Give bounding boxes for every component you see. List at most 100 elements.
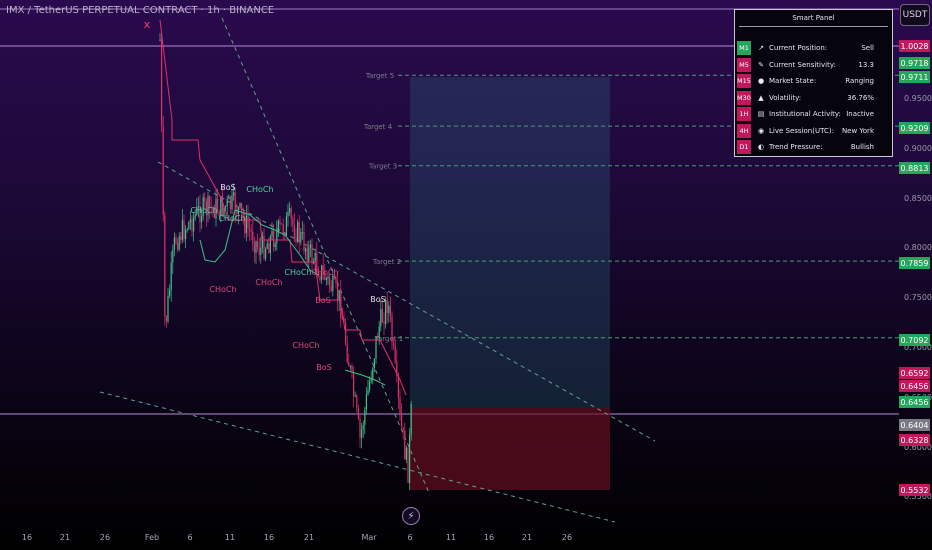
smart-panel-value: 36.76%: [847, 93, 874, 102]
candle-body: [389, 305, 391, 316]
smart-panel-title: Smart Panel: [739, 10, 888, 27]
candle-body: [345, 323, 347, 343]
smart-panel-value: 13.3: [858, 60, 874, 69]
candle-body: [410, 404, 412, 435]
candle-body: [271, 231, 273, 237]
x-tick-label: 16: [21, 533, 33, 542]
price-label: 0.9718: [899, 57, 930, 69]
candle-body: [293, 224, 295, 238]
candle-body: [183, 220, 185, 240]
smart-panel-row: D1 ◐ Trend Pressure: Bullish: [735, 139, 892, 155]
candle-body: [279, 220, 281, 224]
smart-panel-value: New York: [841, 126, 874, 135]
candle-body: [289, 208, 291, 213]
stop-loss-zone: [410, 408, 610, 490]
smart-panel-row: M5 ✎ Current Sensitivity: 13.3: [735, 57, 892, 73]
candle-body: [265, 248, 267, 259]
candle-body: [241, 203, 243, 212]
candle-body: [180, 236, 182, 241]
candle-body: [186, 229, 188, 231]
bolt-icon[interactable]: ⚡: [402, 507, 420, 525]
candle-body: [373, 358, 375, 368]
row-label-text: Live Session(UTC):: [769, 126, 834, 135]
smart-panel-label: ● Market State:: [757, 77, 816, 85]
structure-marker: CHoCh: [246, 185, 273, 194]
row-label-text: Current Position:: [769, 44, 828, 52]
structure-marker: CHoCh: [284, 268, 311, 277]
candle-body: [298, 222, 300, 242]
candle-body: [361, 429, 363, 438]
candle-body: [172, 249, 174, 263]
row-icon: ↗: [758, 44, 764, 52]
candle-body: [255, 241, 257, 253]
structure-marker: BoS: [316, 363, 331, 372]
candle-body: [229, 196, 231, 209]
candle-body: [313, 262, 315, 264]
smart-panel-value: Bullish: [850, 143, 874, 151]
timeframe-badge: M5: [737, 57, 751, 72]
currency-badge[interactable]: USDT: [900, 4, 930, 26]
candle-body: [189, 219, 191, 223]
candle-body: [359, 418, 361, 438]
candle-body: [391, 315, 393, 343]
price-label: 0.7092: [899, 334, 930, 346]
candle-body: [253, 244, 255, 253]
candle-body: [383, 322, 385, 325]
candle-body: [377, 336, 379, 339]
structure-marker: CHoCh: [190, 206, 217, 215]
timeframe-badge: 4H: [737, 123, 751, 138]
candle-body: [319, 276, 321, 280]
structure-marker: CHoCh: [311, 268, 338, 277]
candle-body: [178, 236, 180, 250]
price-label: 0.5532: [899, 484, 930, 496]
candle-body: [263, 235, 265, 259]
candle-body: [266, 243, 268, 249]
candle-body: [292, 217, 294, 225]
candle-body: [234, 192, 236, 212]
smart-panel-row: M30 ▲ Volatility: 36.76%: [735, 90, 892, 106]
candle-body: [239, 203, 241, 208]
smart-panel-row: M1 ↗ Current Position: Sell: [735, 40, 892, 56]
structure-marker: CHoCh: [209, 285, 236, 294]
candle-body: [327, 276, 329, 279]
candle-body: [268, 243, 270, 254]
candle-body: [276, 231, 278, 244]
candle-body: [201, 216, 203, 223]
row-icon: ✎: [758, 60, 764, 69]
candle-body: [353, 372, 355, 397]
x-tick-label: 11: [445, 533, 457, 542]
candle-body: [409, 434, 411, 483]
price-label: 0.8813: [899, 162, 930, 174]
candle-body: [285, 216, 287, 236]
candle-body: [228, 196, 230, 200]
candle-body: [407, 447, 409, 483]
timeframe-badge: M30: [737, 90, 751, 105]
row-label-text: Market State:: [769, 77, 817, 85]
x-tick-label: Feb: [144, 533, 160, 542]
target-label: Target 2: [372, 258, 401, 266]
smart-panel-label: ▤ Institutional Activity:: [757, 110, 841, 118]
structure-marker: CHoCh: [255, 278, 282, 287]
smart-panel-label: ▲ Volatility:: [757, 94, 801, 102]
target-label: Target 1: [374, 335, 403, 343]
candle-body: [281, 223, 283, 225]
structure-marker: BoS: [220, 183, 235, 192]
candle-body: [290, 208, 292, 218]
candle-body: [309, 244, 311, 248]
x-tick-label: Mar: [361, 533, 377, 542]
candle-body: [161, 39, 163, 127]
candle-body: [258, 247, 260, 256]
structure-marker: CHoCh: [218, 214, 245, 223]
timeframe-badge: M15: [737, 74, 751, 88]
candle-body: [362, 424, 364, 430]
candle-body: [249, 228, 251, 231]
row-icon: ◐: [757, 143, 765, 151]
candle-body: [173, 237, 175, 250]
candle-body: [185, 229, 187, 240]
candle-body: [372, 367, 374, 379]
candle-body: [257, 241, 259, 248]
candle-body: [314, 252, 316, 263]
candle-body: [170, 262, 172, 291]
chart-area[interactable]: Target 5 Target 4 Target 3 Target 2 Target 1…: [0, 0, 932, 550]
row-icon: ▤: [757, 110, 765, 118]
